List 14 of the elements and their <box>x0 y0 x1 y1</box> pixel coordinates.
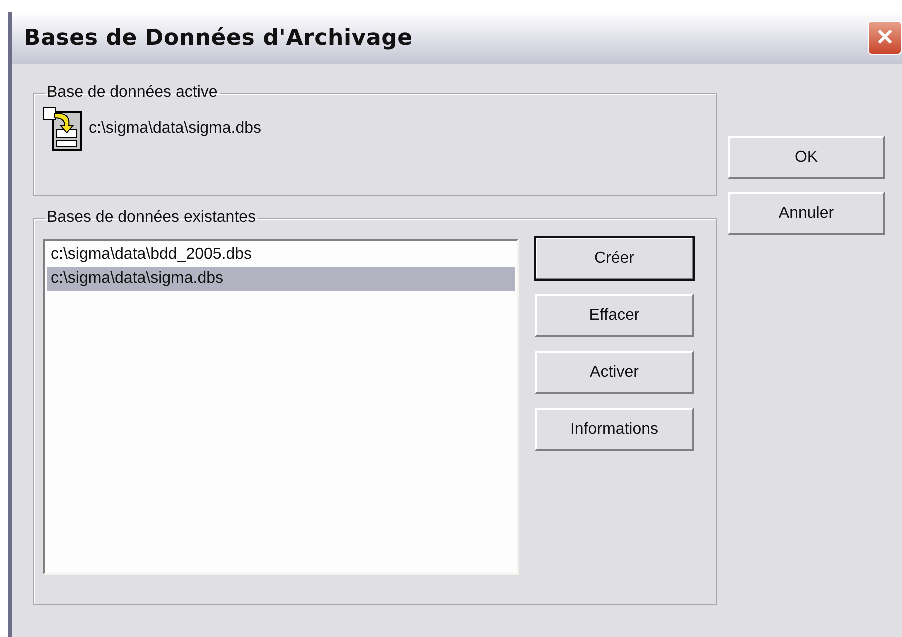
dialog-button[interactable]: Annuler <box>728 192 885 235</box>
group-label: Base de données active <box>46 84 219 102</box>
action-button[interactable]: Créer <box>535 237 694 280</box>
window-title: Bases de Données d'Archivage <box>24 26 413 50</box>
database-list[interactable]: c:\sigma\data\bdd_2005.dbs c:\sigma\data\sigma.dbs <box>43 239 519 575</box>
dialog-button[interactable]: OK <box>728 136 885 179</box>
action-button[interactable]: Informations <box>535 408 694 451</box>
list-item[interactable]: c:\sigma\data\bdd_2005.dbs <box>47 243 515 267</box>
active-database-path: c:\sigma\data\sigma.dbs <box>89 120 262 138</box>
group-label: Bases de données existantes <box>46 209 258 227</box>
action-button[interactable]: Activer <box>535 351 694 394</box>
file-cabinet-icon <box>43 106 85 152</box>
action-button[interactable]: Effacer <box>535 294 694 337</box>
list-item[interactable]: c:\sigma\data\sigma.dbs <box>47 267 515 291</box>
